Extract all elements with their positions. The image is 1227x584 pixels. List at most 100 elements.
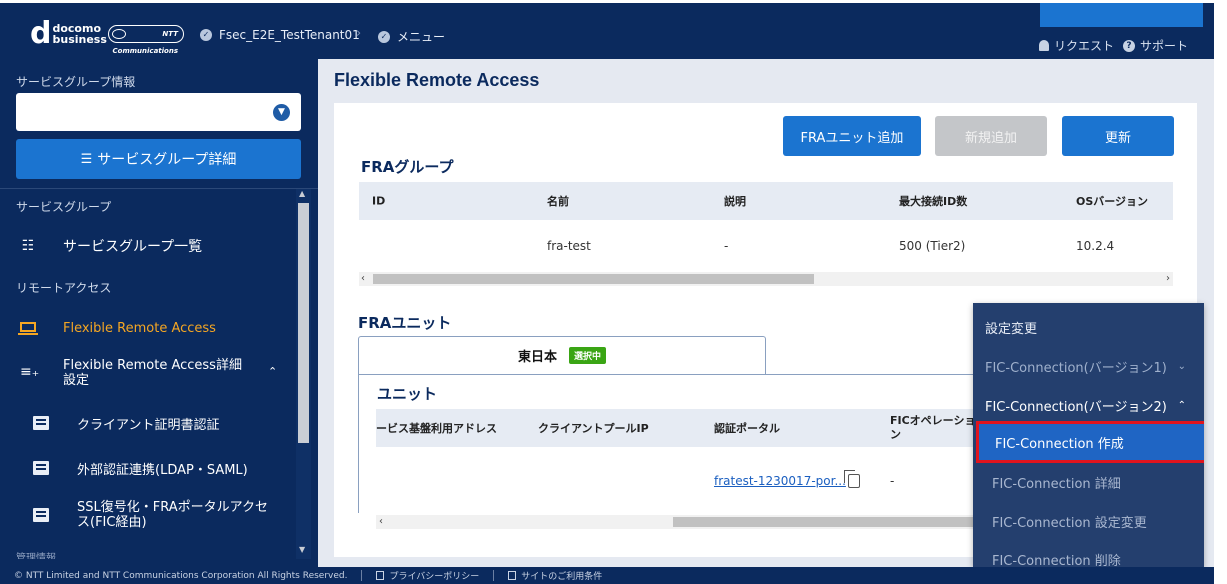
table-cell: - bbox=[890, 474, 895, 488]
table-row[interactable]: fra-test - 500 (Tier2) 10.2.4 bbox=[359, 220, 1173, 272]
document-icon bbox=[33, 508, 49, 522]
unit-table-header: ービス基盤利用アドレス クライアントプールIP 認証ポータル FICオペレーショ… bbox=[376, 409, 996, 447]
footer: © NTT Limited and NTT Communications Cor… bbox=[0, 567, 1214, 584]
column-header[interactable]: 認証ポータル bbox=[714, 420, 780, 436]
sidebar-scroll-thumb[interactable] bbox=[298, 203, 309, 443]
menu-item-fic-delete[interactable]: FIC-Connection 削除 bbox=[973, 549, 1204, 568]
section-service-group: サービスグループ bbox=[16, 200, 112, 214]
menu-item-fic-settings-change[interactable]: FIC-Connection 設定変更 bbox=[973, 511, 1204, 531]
document-icon bbox=[508, 571, 517, 580]
scroll-right-icon[interactable]: › bbox=[1166, 272, 1170, 286]
scroll-down-icon[interactable]: ▼ bbox=[299, 545, 305, 554]
action-dropdown-menu: 設定変更 FIC-Connection(バージョン1) ⌄ FIC-Connec… bbox=[973, 303, 1204, 567]
sidebar-divider bbox=[0, 188, 318, 189]
sidebar-subitem-label: 外部認証連携(LDAP・SAML) bbox=[77, 462, 248, 478]
footer-divider bbox=[361, 570, 363, 581]
auth-portal-link[interactable]: fratest-1230017-por... bbox=[714, 474, 846, 488]
column-header[interactable]: 名前 bbox=[547, 193, 569, 209]
menu-item-label: FIC-Connection(バージョン1) bbox=[985, 360, 1167, 376]
sidebar-item-group-list[interactable]: ☷ サービスグループ一覧 bbox=[0, 235, 296, 257]
fra-group-title: FRAグループ bbox=[361, 158, 454, 176]
add-fra-unit-button[interactable]: FRAユニット追加 bbox=[783, 116, 921, 156]
table-cell: 500 (Tier2) bbox=[899, 239, 966, 253]
breadcrumb-tenant[interactable]: ✓ Fsec_E2E_TestTenant01 bbox=[200, 28, 360, 42]
menu-item-fic-v1[interactable]: FIC-Connection(バージョン1) ⌄ bbox=[973, 356, 1204, 376]
scroll-up-icon[interactable]: ▲ bbox=[299, 189, 305, 198]
unit-scroll-thumb[interactable] bbox=[673, 517, 996, 527]
column-header[interactable]: クライアントプールIP bbox=[538, 420, 649, 436]
document-icon bbox=[376, 571, 385, 580]
group-table-header: ID 名前 説明 最大接続ID数 OSバージョン bbox=[359, 182, 1173, 220]
column-header[interactable]: FICオペレーション bbox=[890, 414, 980, 442]
menu-item-fic-detail[interactable]: FIC-Connection 詳細 bbox=[973, 472, 1204, 492]
column-header[interactable]: ービス基盤利用アドレス bbox=[376, 420, 497, 436]
list-icon: ☰ bbox=[80, 151, 93, 167]
sidebar-item-label: Flexible Remote Access詳細設定 bbox=[63, 358, 242, 388]
document-icon bbox=[33, 416, 49, 430]
scroll-left-icon[interactable]: ‹ bbox=[379, 515, 383, 529]
privacy-link[interactable]: プライバシーポリシー bbox=[376, 569, 479, 582]
sidebar-subitem-external-auth[interactable]: 外部認証連携(LDAP・SAML) bbox=[0, 457, 296, 479]
column-header[interactable]: 最大接続ID数 bbox=[899, 193, 967, 209]
laptop-icon bbox=[0, 321, 63, 336]
table-cell: - bbox=[724, 239, 729, 253]
chevron-down-circle-icon: ✓ bbox=[200, 29, 212, 41]
tab-label: 東日本 bbox=[517, 350, 557, 365]
group-info-label: サービスグループ情報 bbox=[16, 75, 136, 89]
menu-item-label: FIC-Connection(バージョン2) bbox=[985, 399, 1167, 415]
service-group-detail-label: サービスグループ詳細 bbox=[97, 152, 237, 168]
menu-item-fic-v2[interactable]: FIC-Connection(バージョン2) ⌃ bbox=[973, 395, 1204, 415]
support-link[interactable]: ? サポート bbox=[1123, 37, 1188, 54]
list-add-icon: ≡₊ bbox=[20, 364, 40, 380]
chevron-up-icon: ⌃ bbox=[268, 365, 278, 378]
column-header[interactable]: 説明 bbox=[724, 193, 746, 209]
top-header: d docomo business NTT Communications ✓ F… bbox=[0, 0, 1214, 59]
table-cell: fra-test bbox=[547, 239, 591, 253]
column-header[interactable]: ID bbox=[372, 195, 385, 208]
chevron-down-icon: ▼ bbox=[273, 104, 290, 121]
terms-link[interactable]: サイトのご利用条件 bbox=[508, 569, 602, 582]
scroll-left-icon[interactable]: ‹ bbox=[361, 272, 365, 286]
section-management-info: 管理情報 bbox=[16, 553, 56, 559]
copyright-text: © NTT Limited and NTT Communications Cor… bbox=[14, 570, 348, 581]
sidebar-subitem-ssl[interactable]: SSL復号化・FRAポータルアクセス(FIC経由) bbox=[0, 498, 296, 532]
sidebar-item-fra-detail[interactable]: ≡₊ Flexible Remote Access詳細設定 ⌃ bbox=[0, 358, 296, 392]
chevron-down-circle-icon: ✓ bbox=[378, 30, 390, 43]
table-row[interactable]: fratest-1230017-por... - bbox=[376, 457, 996, 505]
ntt-communications-logo: NTT Communications bbox=[108, 25, 184, 55]
sidebar-item-fra[interactable]: Flexible Remote Access bbox=[0, 317, 296, 339]
selected-badge: 選択中 bbox=[569, 347, 607, 364]
bell-icon bbox=[1039, 40, 1049, 51]
sidebar-subitem-client-cert[interactable]: クライアント証明書認証 bbox=[0, 412, 296, 434]
request-link[interactable]: リクエスト bbox=[1039, 37, 1114, 54]
ntt-swirl-icon bbox=[112, 29, 126, 39]
service-group-select[interactable]: ▼ bbox=[16, 93, 301, 131]
new-add-button[interactable]: 新規追加 bbox=[935, 116, 1047, 156]
table-cell: 10.2.4 bbox=[1076, 239, 1115, 253]
refresh-button[interactable]: 更新 bbox=[1062, 116, 1174, 156]
menu-crumb-label: メニュー bbox=[397, 30, 446, 44]
sidebar: サービスグループ情報 ▼ ☰ サービスグループ詳細 サービスグループ ☷ サービ… bbox=[0, 59, 318, 567]
group-table-scrollbar[interactable]: ‹ › bbox=[359, 272, 1173, 286]
column-header[interactable]: OSバージョン bbox=[1076, 193, 1148, 209]
terms-label: サイトのご利用条件 bbox=[521, 572, 603, 582]
menu-item-settings-change[interactable]: 設定変更 bbox=[973, 317, 1204, 337]
unit-title: ユニット bbox=[377, 385, 438, 403]
sidebar-subitem-label: SSL復号化・FRAポータルアクセス(FIC経由) bbox=[77, 500, 268, 530]
logo-mark: d bbox=[30, 16, 52, 51]
breadcrumb-menu[interactable]: ✓ メニュー bbox=[378, 28, 445, 45]
header-action-box[interactable] bbox=[1040, 3, 1203, 27]
list-icon: ☷ bbox=[21, 238, 35, 254]
group-scroll-thumb[interactable] bbox=[373, 274, 814, 284]
help-icon: ? bbox=[1123, 39, 1135, 52]
privacy-label: プライバシーポリシー bbox=[389, 572, 480, 582]
tab-east-japan[interactable]: 東日本 選択中 bbox=[358, 336, 766, 374]
sidebar-scrollbar[interactable]: ▲ ▼ bbox=[296, 189, 311, 559]
service-group-detail-button[interactable]: ☰ サービスグループ詳細 bbox=[16, 139, 301, 179]
right-edge bbox=[1214, 0, 1227, 584]
docomo-business-logo[interactable]: d docomo business bbox=[30, 16, 107, 51]
unit-table-scrollbar[interactable]: ‹ bbox=[376, 515, 996, 529]
menu-item-fic-create[interactable]: FIC-Connection 作成 bbox=[976, 421, 1204, 463]
logo-text: docomo business bbox=[52, 23, 106, 45]
logo-line2: business bbox=[52, 33, 107, 46]
